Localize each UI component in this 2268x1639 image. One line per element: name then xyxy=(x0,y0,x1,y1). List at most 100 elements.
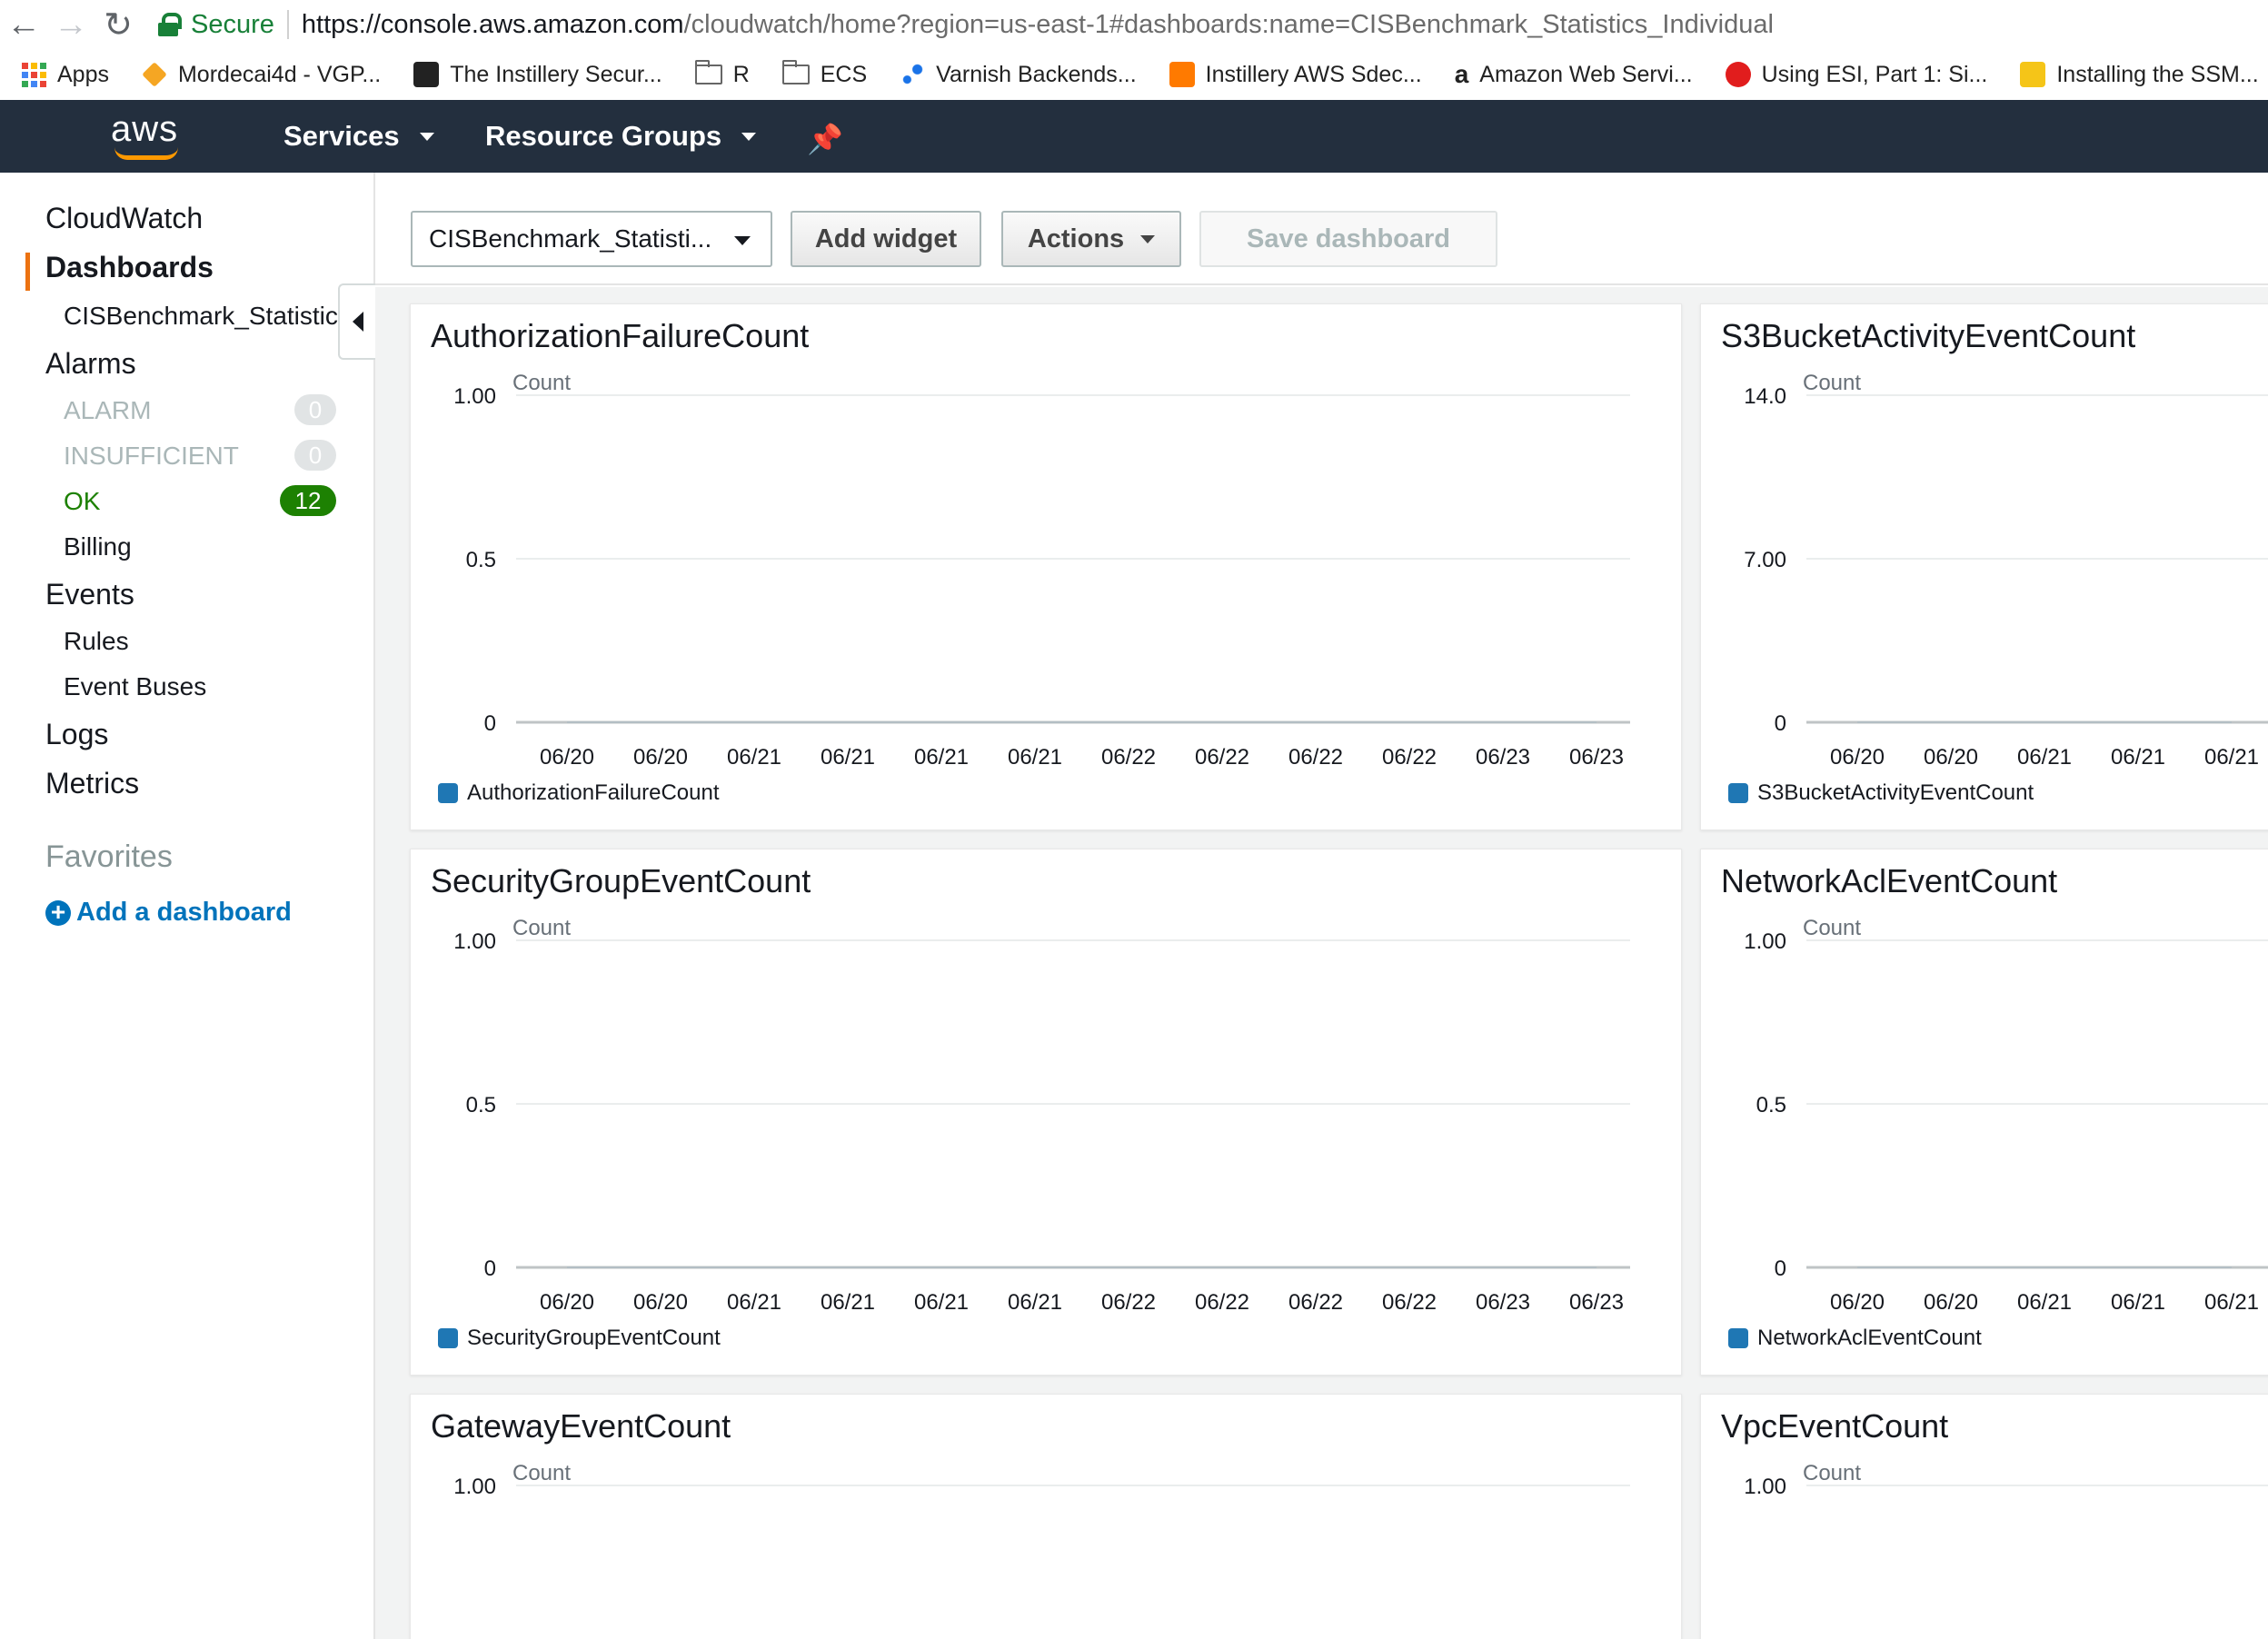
bookmark-label: Varnish Backends... xyxy=(936,61,1137,87)
aws-logo[interactable]: aws xyxy=(109,107,185,165)
bookmark-ssm[interactable]: Installing the SSM... xyxy=(2020,62,2259,88)
bookmark-label: Using ESI, Part 1: Si... xyxy=(1761,61,1988,87)
metric-widget[interactable]: AuthorizationFailureCount Count 1.00 0.5 0 06… xyxy=(410,303,1682,830)
cube-icon xyxy=(1169,62,1195,87)
bookmark-label: Instillery AWS Sdec... xyxy=(1205,61,1422,87)
bookmark-esi[interactable]: Using ESI, Part 1: Si... xyxy=(1725,61,1988,88)
actions-button[interactable]: Actions xyxy=(1001,211,1181,267)
x-tick-label: 06/20 xyxy=(1924,745,1978,770)
folder-icon xyxy=(694,60,722,84)
add-dashboard-link[interactable]: + Add a dashboard xyxy=(45,898,292,928)
diamond-icon xyxy=(142,62,167,87)
bookmark-amazon[interactable]: a Amazon Web Servi... xyxy=(1455,60,1693,89)
resource-groups-label: Resource Groups xyxy=(485,120,722,152)
x-tick-label: 06/21 xyxy=(821,1290,875,1315)
sidebar-item-billing[interactable]: Billing xyxy=(64,532,132,561)
aws-logo-text: aws xyxy=(111,109,179,149)
legend-swatch xyxy=(438,1328,458,1348)
widget-chart: Count1.000.5 xyxy=(453,1461,1630,1639)
y-tick-label: 1.00 xyxy=(1744,929,1786,954)
pin-icon[interactable]: 📌 xyxy=(807,122,843,156)
services-label: Services xyxy=(284,120,400,152)
widget-chart: Count 1.00 0.5 0 06/20 06/20 06/21 06/21 06/21 06… xyxy=(453,371,1630,770)
widget-chart: Count 14.0 7.00 0 06/20 06/20 06/21 06/21 06/21 xyxy=(1744,371,2268,770)
sidebar-item-dashboard-cis[interactable]: CISBenchmark_Statistic xyxy=(64,302,338,331)
x-tick-label: 06/22 xyxy=(1195,1290,1249,1315)
x-tick-label: 06/20 xyxy=(540,1290,594,1315)
dashboard-select[interactable]: CISBenchmark_Statisti... xyxy=(411,211,772,267)
sidebar-item-events[interactable]: Events xyxy=(45,578,134,611)
add-widget-label: Add widget xyxy=(814,224,958,253)
metric-widget[interactable]: NetworkAclEventCount Count 1.00 0.5 0 06/20 06… xyxy=(1700,849,2268,1376)
resource-groups-menu[interactable]: Resource Groups xyxy=(485,100,757,173)
x-tick-label: 06/20 xyxy=(540,745,594,770)
sidebar-item-dashboards[interactable]: Dashboards xyxy=(45,251,214,284)
instillery-icon xyxy=(413,62,440,87)
widget-chart: Count1.000.5 xyxy=(1744,1461,2268,1639)
sidebar-item-ok[interactable]: OK xyxy=(64,487,100,516)
x-tick-label: 06/22 xyxy=(1288,745,1343,770)
metric-widget[interactable]: VpcEventCountCount1.000.5 xyxy=(1700,1394,2268,1639)
legend-swatch xyxy=(1728,783,1748,803)
url-field[interactable]: Secure https://console.aws.amazon.com/cl… xyxy=(158,0,1774,49)
sidebar-item-metrics[interactable]: Metrics xyxy=(45,767,139,800)
sidebar-item-alarms[interactable]: Alarms xyxy=(45,347,136,381)
url-separator xyxy=(286,10,289,39)
bookmark-varnish[interactable]: Varnish Backends... xyxy=(900,61,1137,88)
x-tick-label: 06/22 xyxy=(1101,1290,1156,1315)
forward-arrow-icon[interactable]: → xyxy=(47,0,94,49)
x-tick-label: 06/21 xyxy=(914,1290,969,1315)
back-arrow-icon[interactable]: ← xyxy=(0,0,47,49)
apps-grid-icon xyxy=(22,62,46,87)
sidebar-item-logs[interactable]: Logs xyxy=(45,718,108,751)
bookmark-instillery-security[interactable]: The Instillery Secur... xyxy=(413,62,662,88)
dots-icon xyxy=(900,62,926,87)
x-tick-label: 06/21 xyxy=(1008,1290,1062,1315)
metric-widget[interactable]: S3BucketActivityEventCount Count 14.0 7.00 0… xyxy=(1700,303,2268,830)
folder-icon xyxy=(781,60,810,84)
sidebar-item-alarm[interactable]: ALARM xyxy=(64,396,151,425)
x-tick-label: 06/22 xyxy=(1195,745,1249,770)
legend-entry[interactable]: NetworkAclEventCount xyxy=(1728,1326,1982,1351)
legend-label: S3BucketActivityEventCount xyxy=(1757,780,2034,805)
sidebar-item-rules[interactable]: Rules xyxy=(64,627,129,656)
y-axis-label: Count xyxy=(1803,916,1861,940)
x-tick-label: 06/21 xyxy=(727,1290,781,1315)
collapse-sidebar-button[interactable] xyxy=(338,283,376,360)
y-tick-label: 1.00 xyxy=(1744,1475,1786,1499)
save-dashboard-button[interactable]: Save dashboard xyxy=(1199,211,1497,267)
y-tick-label: 0.5 xyxy=(1756,1093,1786,1118)
x-tick-label: 06/21 xyxy=(821,745,875,770)
legend-entry[interactable]: S3BucketActivityEventCount xyxy=(1728,780,2034,806)
amazon-icon: a xyxy=(1454,60,1469,88)
x-tick-label: 06/23 xyxy=(1569,745,1624,770)
bookmark-apps[interactable]: Apps xyxy=(22,62,109,88)
x-tick-label: 06/20 xyxy=(633,745,688,770)
reload-icon[interactable]: ↻ xyxy=(94,0,142,49)
sidebar-item-cloudwatch[interactable]: CloudWatch xyxy=(45,202,203,235)
sidebar: CloudWatch Dashboards CISBenchmark_Stati… xyxy=(0,173,374,1639)
y-tick-label: 14.0 xyxy=(1744,384,1786,409)
x-tick-label: 06/23 xyxy=(1569,1290,1624,1315)
legend-entry[interactable]: SecurityGroupEventCount xyxy=(438,1326,721,1351)
services-menu[interactable]: Services xyxy=(284,100,434,173)
legend-swatch xyxy=(438,783,458,803)
add-widget-button[interactable]: Add widget xyxy=(791,211,981,267)
metric-widget[interactable]: GatewayEventCountCount1.000.5 xyxy=(410,1394,1682,1639)
widget-chart: Count 1.00 0.5 0 06/20 06/20 06/21 06/21 06/21 xyxy=(1744,916,2268,1315)
legend-entry[interactable]: AuthorizationFailureCount xyxy=(438,780,720,806)
bookmark-folder-ecs[interactable]: ECS xyxy=(781,60,867,88)
bookmark-label: Apps xyxy=(57,61,109,87)
metric-widget[interactable]: SecurityGroupEventCount Count 1.00 0.5 0 06/2… xyxy=(410,849,1682,1376)
y-tick-label: 1.00 xyxy=(453,384,496,409)
sidebar-item-event-buses[interactable]: Event Buses xyxy=(64,672,206,701)
y-axis-label: Count xyxy=(1803,1461,1861,1485)
x-tick-label: 06/21 xyxy=(2111,1290,2165,1315)
url-path: /cloudwatch/home?region=us-east-1#dashbo… xyxy=(683,9,1774,39)
bookmark-instillery-aws[interactable]: Instillery AWS Sdec... xyxy=(1169,62,1422,88)
sidebar-item-insufficient[interactable]: INSUFFICIENT xyxy=(64,442,239,471)
bookmark-folder-r[interactable]: R xyxy=(694,60,750,88)
x-tick-label: 06/21 xyxy=(2204,745,2259,770)
x-tick-label: 06/21 xyxy=(727,745,781,770)
bookmark-mordecai[interactable]: Mordecai4d - VGP... xyxy=(142,62,381,88)
